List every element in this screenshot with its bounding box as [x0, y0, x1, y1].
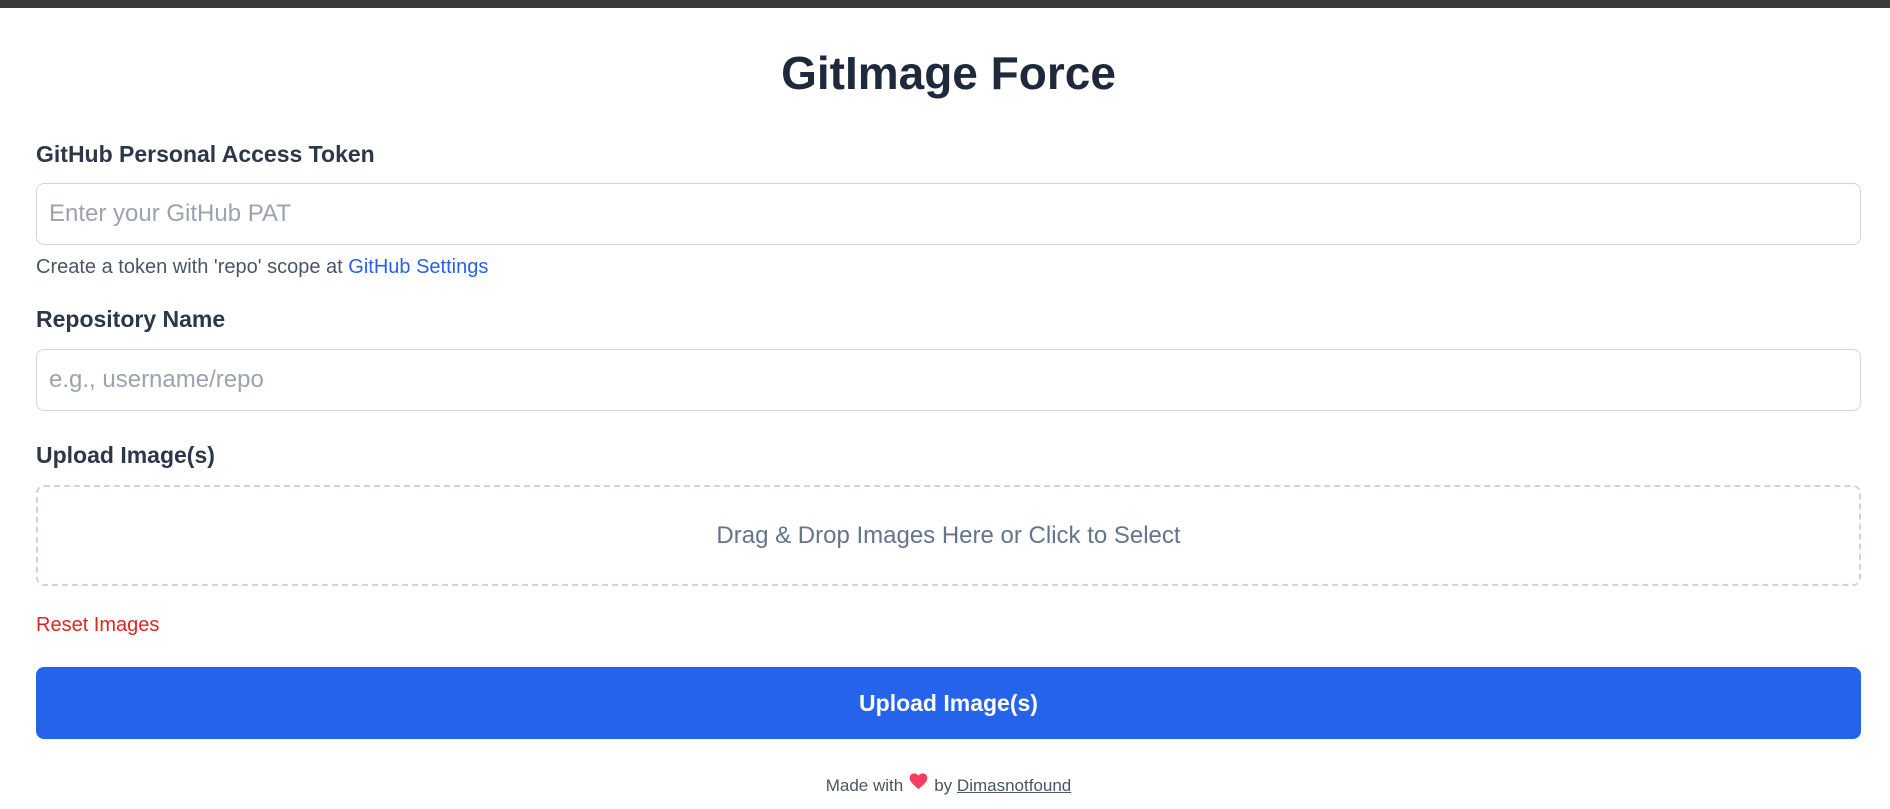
dropzone-text: Drag & Drop Images Here or Click to Sele…	[716, 521, 1181, 549]
reset-images-button[interactable]: Reset Images	[36, 613, 159, 637]
footer-made-with: Made with	[825, 776, 904, 795]
token-hint-text: Create a token with 'repo' scope at	[36, 256, 349, 278]
main-container: GitImage Force GitHub Personal Access To…	[36, 8, 1861, 798]
image-dropzone[interactable]: Drag & Drop Images Here or Click to Sele…	[36, 485, 1861, 586]
footer: Made with by Dimasnotfound	[36, 773, 1861, 798]
github-settings-link[interactable]: GitHub Settings	[348, 256, 488, 278]
window-top-bar	[0, 0, 1890, 8]
repo-label: Repository Name	[36, 306, 226, 332]
heart-icon	[909, 773, 928, 796]
token-label: GitHub Personal Access Token	[36, 141, 375, 167]
token-input[interactable]	[36, 183, 1861, 245]
repo-input[interactable]	[36, 349, 1861, 411]
upload-label: Upload Image(s)	[36, 442, 215, 468]
page-title: GitImage Force	[781, 47, 1116, 99]
footer-by: by	[934, 776, 953, 795]
token-hint: Create a token with 'repo' scope at GitH…	[36, 254, 1861, 280]
author-link[interactable]: Dimasnotfound	[957, 776, 1071, 795]
upload-images-button[interactable]: Upload Image(s)	[36, 667, 1861, 739]
